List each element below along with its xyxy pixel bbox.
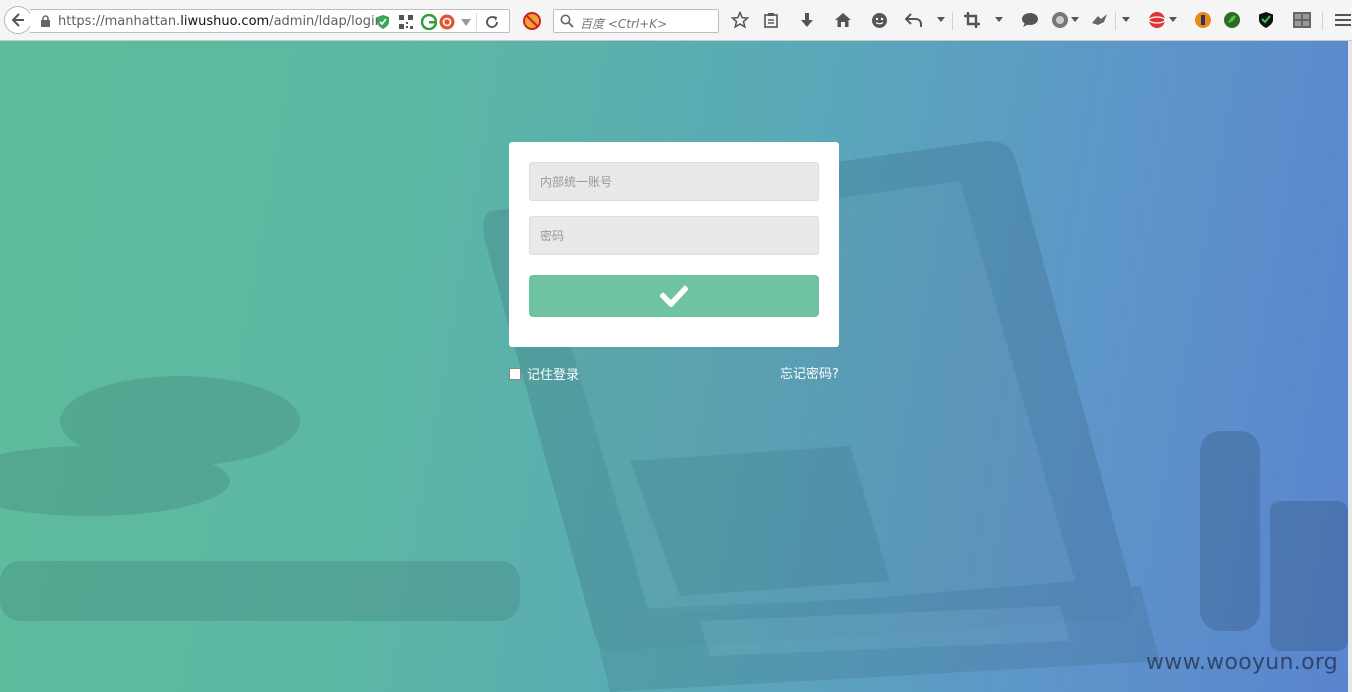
scrollbar[interactable]	[1348, 41, 1352, 692]
back-button[interactable]	[4, 6, 32, 34]
hamburger-menu-icon	[1335, 14, 1351, 26]
globe-dropdown-icon[interactable]	[1071, 17, 1079, 22]
undo-button[interactable]	[904, 10, 924, 30]
remember-checkbox[interactable]	[509, 367, 521, 380]
adblock-icon[interactable]	[523, 12, 541, 30]
download-icon	[801, 13, 813, 27]
back-arrow-icon	[11, 13, 24, 27]
url-text: https://manhattan.liwushuo.com/admin/lda…	[58, 14, 383, 29]
menu-button[interactable]	[1333, 10, 1352, 30]
watermark: www.wooyun.org	[1146, 650, 1339, 675]
divider	[476, 13, 477, 31]
search-bar[interactable]: 百度 <Ctrl+K>	[553, 9, 719, 33]
checkmark-icon	[660, 285, 688, 307]
undo-dropdown-icon[interactable]	[937, 17, 945, 22]
divider	[1115, 12, 1116, 30]
red-ring-icon	[1148, 12, 1166, 28]
extension-globe-button[interactable]	[1050, 10, 1070, 30]
smiley-icon	[871, 12, 887, 28]
home-button[interactable]	[833, 10, 853, 30]
ubuntu-icon[interactable]	[439, 14, 455, 30]
bird-icon	[1092, 14, 1107, 25]
password-input[interactable]	[529, 216, 819, 255]
search-icon	[560, 14, 574, 28]
forgot-password-link[interactable]: 忘记密码?	[780, 363, 839, 382]
address-bar[interactable]: https://manhattan.liwushuo.com/admin/lda…	[30, 9, 510, 33]
url-dropdown-icon[interactable]	[461, 19, 471, 26]
clipboard-icon	[764, 13, 778, 28]
chat-button[interactable]	[869, 10, 889, 30]
username-input[interactable]	[529, 162, 819, 201]
orange-badge-icon	[1195, 12, 1211, 28]
undo-arrow-icon	[905, 13, 922, 27]
downloads-button[interactable]	[797, 10, 817, 30]
background-laptop-image	[0, 140, 1348, 692]
login-card	[509, 142, 839, 347]
login-page: 记住登录 忘记密码? www.wooyun.org	[0, 41, 1352, 692]
extension-green-button[interactable]	[1222, 10, 1242, 30]
extension-grid-button[interactable]	[1292, 10, 1312, 30]
home-icon	[835, 13, 851, 27]
green-leaf-icon	[1224, 12, 1240, 28]
globe-icon	[1052, 12, 1068, 28]
divider	[1322, 12, 1323, 30]
remember-login[interactable]: 记住登录	[509, 364, 579, 383]
extension-shield-button[interactable]	[1256, 10, 1276, 30]
red-dropdown-icon[interactable]	[1169, 17, 1177, 22]
screenshot-dropdown-icon[interactable]	[995, 17, 1003, 22]
qr-code-icon[interactable]	[399, 15, 413, 29]
shield-icon	[1259, 12, 1273, 28]
lock-icon	[41, 15, 50, 27]
grid-icon	[1293, 12, 1311, 28]
search-placeholder: 百度 <Ctrl+K>	[580, 17, 668, 31]
bookmark-star-button[interactable]	[730, 10, 750, 30]
google-translate-icon[interactable]	[421, 14, 437, 30]
star-icon	[731, 11, 749, 29]
extension-bird-button[interactable]	[1090, 10, 1110, 30]
reload-icon[interactable]	[485, 15, 499, 29]
speech-bubble-icon	[1022, 13, 1038, 27]
comment-button[interactable]	[1020, 10, 1040, 30]
crop-icon	[964, 12, 980, 28]
shield-check-icon[interactable]	[376, 14, 390, 30]
screenshot-button[interactable]	[962, 10, 982, 30]
extension-orange-button[interactable]	[1193, 10, 1213, 30]
divider	[952, 12, 953, 30]
overflow-dropdown-icon[interactable]	[1122, 17, 1130, 22]
reading-list-button[interactable]	[761, 10, 781, 30]
extension-red-button[interactable]	[1147, 10, 1167, 30]
login-submit-button[interactable]	[529, 275, 819, 317]
browser-toolbar: https://manhattan.liwushuo.com/admin/lda…	[0, 0, 1352, 41]
remember-label: 记住登录	[527, 368, 580, 383]
